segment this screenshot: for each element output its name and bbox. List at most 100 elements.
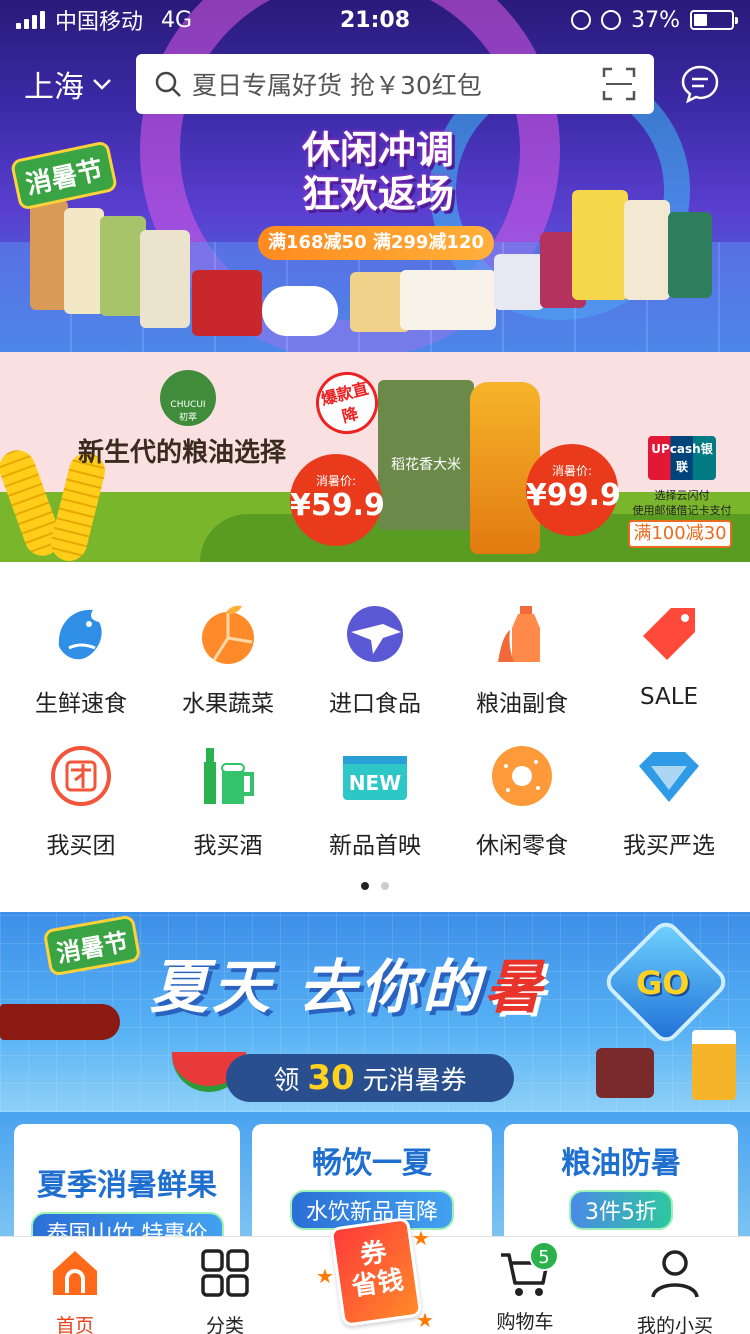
category-wine[interactable]: 我买酒 bbox=[153, 744, 303, 884]
rice-product: 稻花香大米 bbox=[378, 380, 474, 530]
top-bar: 上海 夏日专属好货 抢￥30红包 bbox=[0, 52, 750, 116]
promo-card-grain[interactable]: 粮油防暑 3件5折 bbox=[504, 1124, 738, 1254]
category-grain-oil[interactable]: 粮油副食 bbox=[447, 602, 597, 742]
cart-icon-wrap: 5 bbox=[499, 1241, 559, 1299]
wine-beer-icon bbox=[204, 748, 254, 804]
tab-label: 我的小买 bbox=[636, 1315, 713, 1334]
hero-product bbox=[64, 208, 104, 314]
price-value: ¥59.9 bbox=[290, 488, 385, 523]
category-label: SALE bbox=[639, 684, 699, 710]
category-fruit[interactable]: 水果蔬菜 bbox=[153, 602, 303, 742]
price-badge-rice: 消暑价: ¥59.9 bbox=[290, 454, 385, 546]
hero-title-line1: 休闲冲调 bbox=[301, 128, 454, 172]
oil-headline: 新生代的粮油选择 bbox=[78, 438, 287, 468]
battery-fill bbox=[694, 14, 708, 26]
chevron-down-icon bbox=[93, 79, 111, 90]
page-dot-active bbox=[361, 882, 369, 890]
pay-coupon: 满100减30 bbox=[628, 520, 732, 548]
hero-product bbox=[262, 286, 338, 336]
brand-logo-text: CHUCUI bbox=[170, 400, 206, 410]
sale-tag-icon bbox=[643, 608, 695, 660]
plane-icon bbox=[347, 606, 403, 662]
star-icon: ★ bbox=[412, 1226, 430, 1250]
pay-note: 选择云闪付 使用邮储借记卡支付 bbox=[632, 489, 732, 517]
category-new[interactable]: NEW 新品首映 bbox=[300, 744, 450, 884]
tab-coupon[interactable]: ★ ★ ★ 券 省钱 bbox=[316, 1216, 434, 1334]
card-subtitle: 3件5折 bbox=[569, 1190, 673, 1230]
card-title: 夏季消暑鲜果 bbox=[37, 1168, 217, 1203]
grain-oil-banner[interactable]: CHUCUI 初萃 新生代的粮油选择 爆款直降 稻花香大米 消暑价: ¥59.9… bbox=[0, 352, 750, 562]
price-value: ¥99.9 bbox=[526, 478, 621, 513]
clock: 21:08 bbox=[339, 7, 411, 33]
card-title: 畅饮一夏 bbox=[312, 1146, 432, 1181]
category-fresh[interactable]: 生鲜速食 bbox=[6, 602, 156, 742]
brand-logo: CHUCUI 初萃 bbox=[160, 370, 216, 426]
tab-label: 分类 bbox=[205, 1315, 244, 1334]
group-icon bbox=[51, 746, 111, 806]
price-label: 消暑价: bbox=[315, 474, 357, 488]
hero-product bbox=[30, 200, 68, 310]
hero-product bbox=[494, 254, 544, 310]
hero-product bbox=[668, 212, 712, 298]
orange-icon bbox=[202, 605, 254, 664]
category-select[interactable]: 我买严选 bbox=[594, 744, 744, 884]
category-label: 粮油副食 bbox=[476, 691, 568, 717]
oil-bottle-icon bbox=[498, 606, 540, 662]
coupon-amount: 30 bbox=[307, 1058, 355, 1098]
price-label: 消暑价: bbox=[551, 464, 593, 478]
tab-label: 首页 bbox=[55, 1315, 94, 1334]
category-label: 我买酒 bbox=[193, 833, 263, 859]
category-label: 新品首映 bbox=[329, 833, 421, 859]
tab-mine[interactable]: 我的小买 bbox=[600, 1237, 750, 1334]
scan-icon[interactable] bbox=[602, 67, 636, 101]
svg-text:NEW: NEW bbox=[349, 771, 401, 795]
hero-summer-badge: 消暑节 bbox=[9, 140, 119, 211]
coupon-ribbon: 券 省钱 bbox=[329, 1216, 423, 1328]
beer-bottle bbox=[0, 1004, 120, 1040]
category-sale[interactable]: SALE bbox=[594, 602, 744, 742]
hero-title: 休闲冲调 狂欢返场 bbox=[258, 128, 498, 216]
tab-category[interactable]: 分类 bbox=[150, 1237, 300, 1334]
grid-icon bbox=[201, 1249, 249, 1297]
tab-label: 购物车 bbox=[496, 1311, 554, 1333]
summer-title-accent: 暑 bbox=[484, 953, 547, 1021]
page-indicator bbox=[0, 882, 750, 890]
city-selector[interactable]: 上海 bbox=[24, 62, 134, 106]
coupon-pill[interactable]: 领 30 元消暑券 bbox=[226, 1054, 514, 1102]
hero-product bbox=[400, 270, 496, 330]
search-input[interactable]: 夏日专属好货 抢￥30红包 bbox=[136, 54, 654, 114]
search-icon bbox=[155, 71, 181, 97]
message-icon[interactable] bbox=[680, 64, 720, 104]
coupon-suffix: 元消暑券 bbox=[362, 1065, 467, 1096]
battery-icon bbox=[690, 10, 738, 30]
card-title: 粮油防暑 bbox=[561, 1146, 681, 1181]
ice-cream-tub bbox=[596, 1048, 654, 1098]
tab-home[interactable]: 首页 bbox=[0, 1237, 150, 1334]
category-label: 水果蔬菜 bbox=[182, 691, 274, 717]
category-snacks[interactable]: 休闲零食 bbox=[447, 744, 597, 884]
fish-icon bbox=[58, 609, 102, 660]
diamond-icon bbox=[639, 752, 699, 802]
category-group[interactable]: 我买团 bbox=[6, 744, 156, 884]
category-label: 我买团 bbox=[46, 833, 116, 859]
star-icon: ★ bbox=[316, 1264, 334, 1288]
summer-coupon-banner[interactable]: 消暑节 夏天 去你的暑 GO 领 30 元消暑券 bbox=[0, 912, 750, 1112]
promo-card-fruit[interactable]: 夏季消暑鲜果 泰国山竹 特惠价 bbox=[14, 1124, 240, 1254]
summer-title: 夏天 去你的暑 bbox=[150, 940, 546, 1024]
price-badge-oil: 消暑价: ¥99.9 bbox=[526, 444, 621, 536]
category-import[interactable]: 进口食品 bbox=[300, 602, 450, 742]
hero-product bbox=[624, 200, 670, 300]
unionpay-logo: UPcash银联 bbox=[648, 436, 716, 480]
category-label: 生鲜速食 bbox=[35, 691, 127, 717]
cart-count-badge: 5 bbox=[529, 1241, 559, 1271]
tab-cart[interactable]: 5 购物车 bbox=[450, 1237, 600, 1334]
category-label: 我买严选 bbox=[623, 833, 715, 859]
brand-logo-cn: 初萃 bbox=[178, 413, 197, 423]
category-label: 进口食品 bbox=[329, 691, 421, 717]
summer-title-main: 夏天 去你的 bbox=[150, 953, 485, 1021]
home-icon bbox=[53, 1251, 97, 1295]
category-grid: 生鲜速食 水果蔬菜 进口食品 粮油副食 SALE 我买团 我买酒 NEW 新品首… bbox=[0, 562, 750, 902]
status-bar: 中国移动 4G 21:08 37% bbox=[0, 0, 750, 40]
page-dot bbox=[381, 882, 389, 890]
hero-product bbox=[572, 190, 628, 300]
